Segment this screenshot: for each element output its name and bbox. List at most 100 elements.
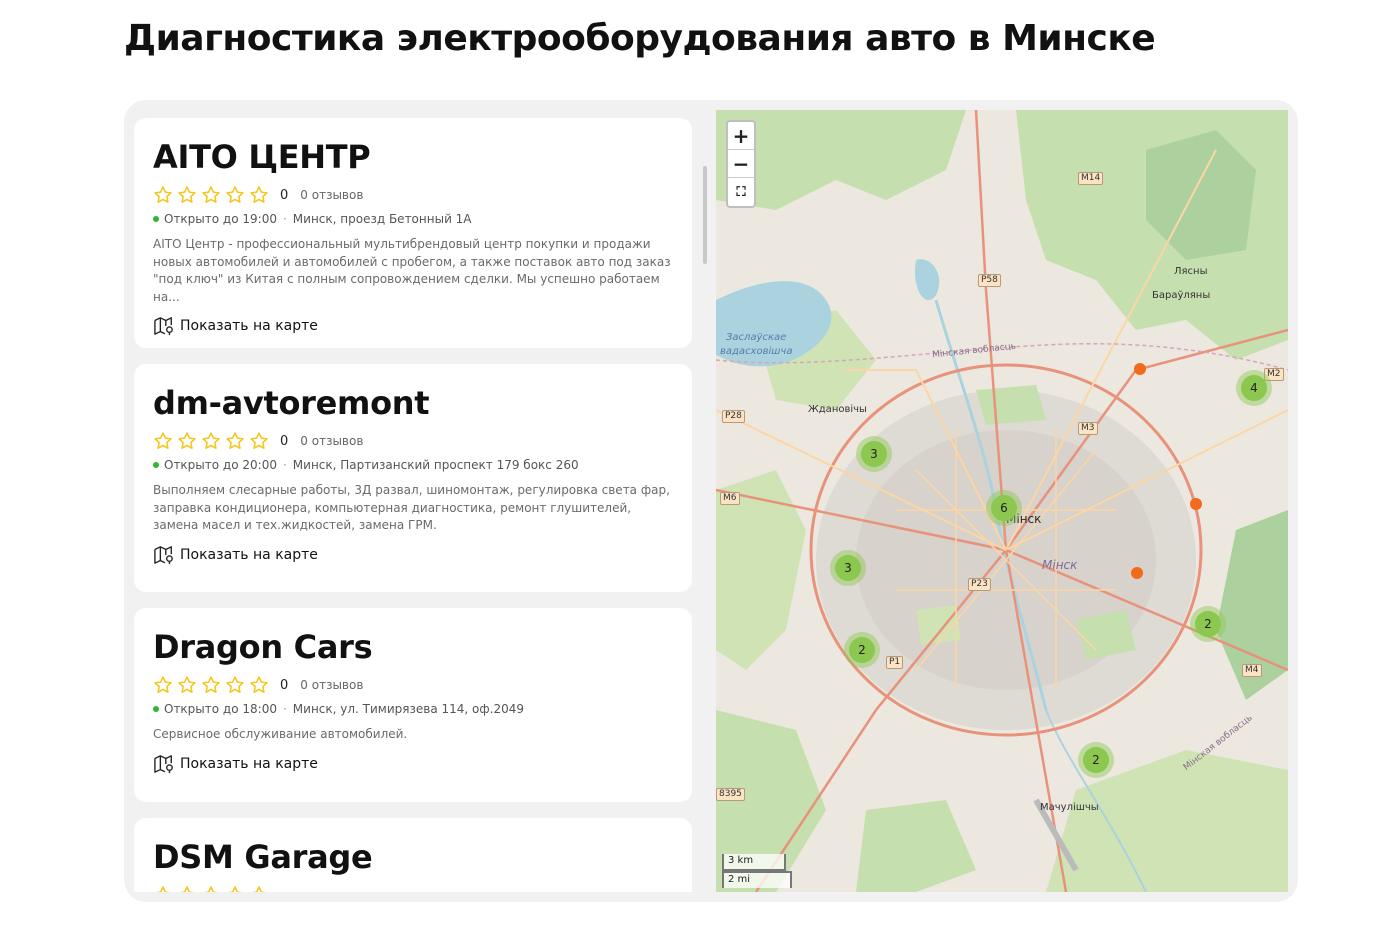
map-cluster[interactable]: 6	[986, 490, 1022, 526]
star-icon	[179, 885, 195, 892]
separator: ·	[282, 702, 287, 716]
star-icon	[202, 676, 220, 693]
show-on-map-link[interactable]: Показать на карте	[153, 545, 673, 565]
scale-mi: 2 mi	[722, 871, 792, 888]
map-label-town: Ждановічы	[808, 404, 867, 415]
opening-hours: Открыто до 20:00	[164, 458, 277, 472]
star-icon	[251, 885, 267, 892]
page-title: Диагностика электрооборудования авто в М…	[124, 18, 1156, 59]
map-pin[interactable]	[1131, 567, 1143, 579]
list-scrollbar[interactable]	[703, 166, 707, 264]
open-status-dot	[153, 706, 159, 712]
road-shield: P1	[886, 656, 904, 669]
star-icon	[202, 186, 220, 203]
map-cluster[interactable]: 2	[844, 632, 880, 668]
card-title[interactable]: Dragon Cars	[153, 608, 673, 666]
rating-value: 0	[280, 677, 289, 693]
card-title[interactable]: AITO ЦЕНТР	[153, 118, 673, 176]
status-row: Открыто до 18:00 · Минск, ул. Тимирязева…	[153, 702, 673, 716]
address: Минск, ул. Тимирязева 114, оф.2049	[292, 702, 524, 716]
star-icon	[202, 432, 220, 449]
road-shield: P23	[968, 578, 991, 591]
reviews-count[interactable]: 0 отзывов	[300, 678, 363, 692]
opening-hours: Открыто до 19:00	[164, 212, 277, 226]
results-list: AITO ЦЕНТР 0 0 отзывов Открыто до 19:00 …	[134, 100, 694, 892]
cluster-count: 2	[849, 637, 875, 663]
cluster-count: 6	[991, 495, 1017, 521]
star-icon	[226, 676, 244, 693]
rating-row	[153, 884, 673, 892]
map-label-town: Лясны	[1174, 266, 1208, 277]
map-pin[interactable]	[1190, 498, 1202, 510]
star-icon	[154, 432, 172, 449]
star-icon	[226, 432, 244, 449]
star-icon	[250, 186, 268, 203]
description: Сервисное обслуживание автомобилей.	[153, 727, 408, 741]
road-shield: 8395	[716, 788, 745, 801]
road-shield: P28	[722, 410, 745, 423]
rating-row: 0 0 отзывов	[153, 674, 673, 696]
road-shield: M14	[1078, 172, 1104, 185]
map-pin-icon	[154, 545, 173, 564]
open-status-dot	[153, 462, 159, 468]
map-scale: 3 km 2 mi	[722, 854, 792, 888]
separator: ·	[282, 212, 287, 226]
results-panel: AITO ЦЕНТР 0 0 отзывов Открыто до 19:00 …	[124, 100, 1298, 902]
card-title[interactable]: dm-avtoremont	[153, 364, 673, 422]
star-icon	[226, 186, 244, 203]
show-on-map-link[interactable]: Показать на карте	[153, 316, 673, 336]
map-pin[interactable]	[1134, 363, 1146, 375]
list-item[interactable]: Dragon Cars 0 0 отзывов Открыто до 18:00…	[134, 608, 692, 802]
rating-row: 0 0 отзывов	[153, 184, 673, 206]
star-icon	[178, 432, 196, 449]
status-row: Открыто до 19:00 · Минск, проезд Бетонны…	[153, 212, 673, 226]
rating-stars	[153, 185, 269, 205]
road-shield: M3	[1078, 422, 1098, 435]
map-cluster[interactable]: 2	[1190, 606, 1226, 642]
status-row: Открыто до 20:00 · Минск, Партизанский п…	[153, 458, 673, 472]
star-icon	[154, 186, 172, 203]
map-label-town: Мачулішчы	[1040, 802, 1099, 813]
cluster-count: 3	[835, 555, 861, 581]
cluster-count: 2	[1195, 611, 1221, 637]
map-cluster[interactable]: 4	[1236, 370, 1272, 406]
rating-value: 0	[280, 187, 289, 203]
list-item[interactable]: DSM Garage	[134, 818, 692, 892]
map-cluster[interactable]: 2	[1078, 742, 1114, 778]
rating-stars	[153, 885, 269, 892]
rating-stars	[153, 675, 269, 695]
map-label-water: Заслаўскае	[726, 332, 787, 343]
show-on-map-link[interactable]: Показать на карте	[153, 754, 673, 774]
card-title[interactable]: DSM Garage	[153, 818, 673, 876]
road-shield: M6	[720, 492, 740, 505]
map-view[interactable]: + − ⛶ Заслаўскае вадасховішча Мінская во…	[716, 110, 1288, 892]
zoom-control: + − ⛶	[726, 120, 756, 208]
show-on-map-label: Показать на карте	[180, 546, 318, 563]
list-item[interactable]: dm-avtoremont 0 0 отзывов Открыто до 20:…	[134, 364, 692, 592]
map-label-water: вадасховішча	[720, 346, 793, 357]
address: Минск, проезд Бетонный 1А	[292, 212, 472, 226]
description: Выполняем слесарные работы, 3Д развал, ш…	[153, 483, 670, 532]
reviews-count[interactable]: 0 отзывов	[300, 434, 363, 448]
separator: ·	[282, 458, 287, 472]
opening-hours: Открыто до 18:00	[164, 702, 277, 716]
map-label-town: Бараўляны	[1152, 290, 1211, 301]
map-pin-icon	[154, 317, 173, 336]
fullscreen-button[interactable]: ⛶	[728, 178, 754, 206]
scale-km: 3 km	[722, 854, 786, 871]
star-icon	[155, 885, 171, 892]
rating-row: 0 0 отзывов	[153, 430, 673, 452]
list-item[interactable]: AITO ЦЕНТР 0 0 отзывов Открыто до 19:00 …	[134, 118, 692, 348]
star-icon	[250, 676, 268, 693]
map-cluster[interactable]: 3	[856, 436, 892, 472]
zoom-in-button[interactable]: +	[728, 122, 754, 150]
star-icon	[154, 676, 172, 693]
map-pin-icon	[154, 754, 173, 773]
road-shield: P58	[978, 274, 1001, 287]
star-icon	[227, 885, 243, 892]
map-cluster[interactable]: 3	[830, 550, 866, 586]
rating-stars	[153, 431, 269, 451]
zoom-out-button[interactable]: −	[728, 150, 754, 178]
show-on-map-label: Показать на карте	[180, 755, 318, 772]
reviews-count[interactable]: 0 отзывов	[300, 188, 363, 202]
